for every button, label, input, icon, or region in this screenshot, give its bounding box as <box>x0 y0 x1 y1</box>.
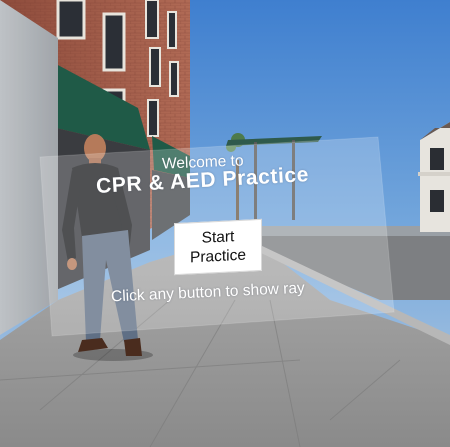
right-building <box>418 122 450 232</box>
start-button-label-line2: Practice <box>190 246 246 267</box>
start-button-label-line1: Start <box>201 228 235 247</box>
start-practice-button[interactable]: Start Practice <box>174 218 262 276</box>
